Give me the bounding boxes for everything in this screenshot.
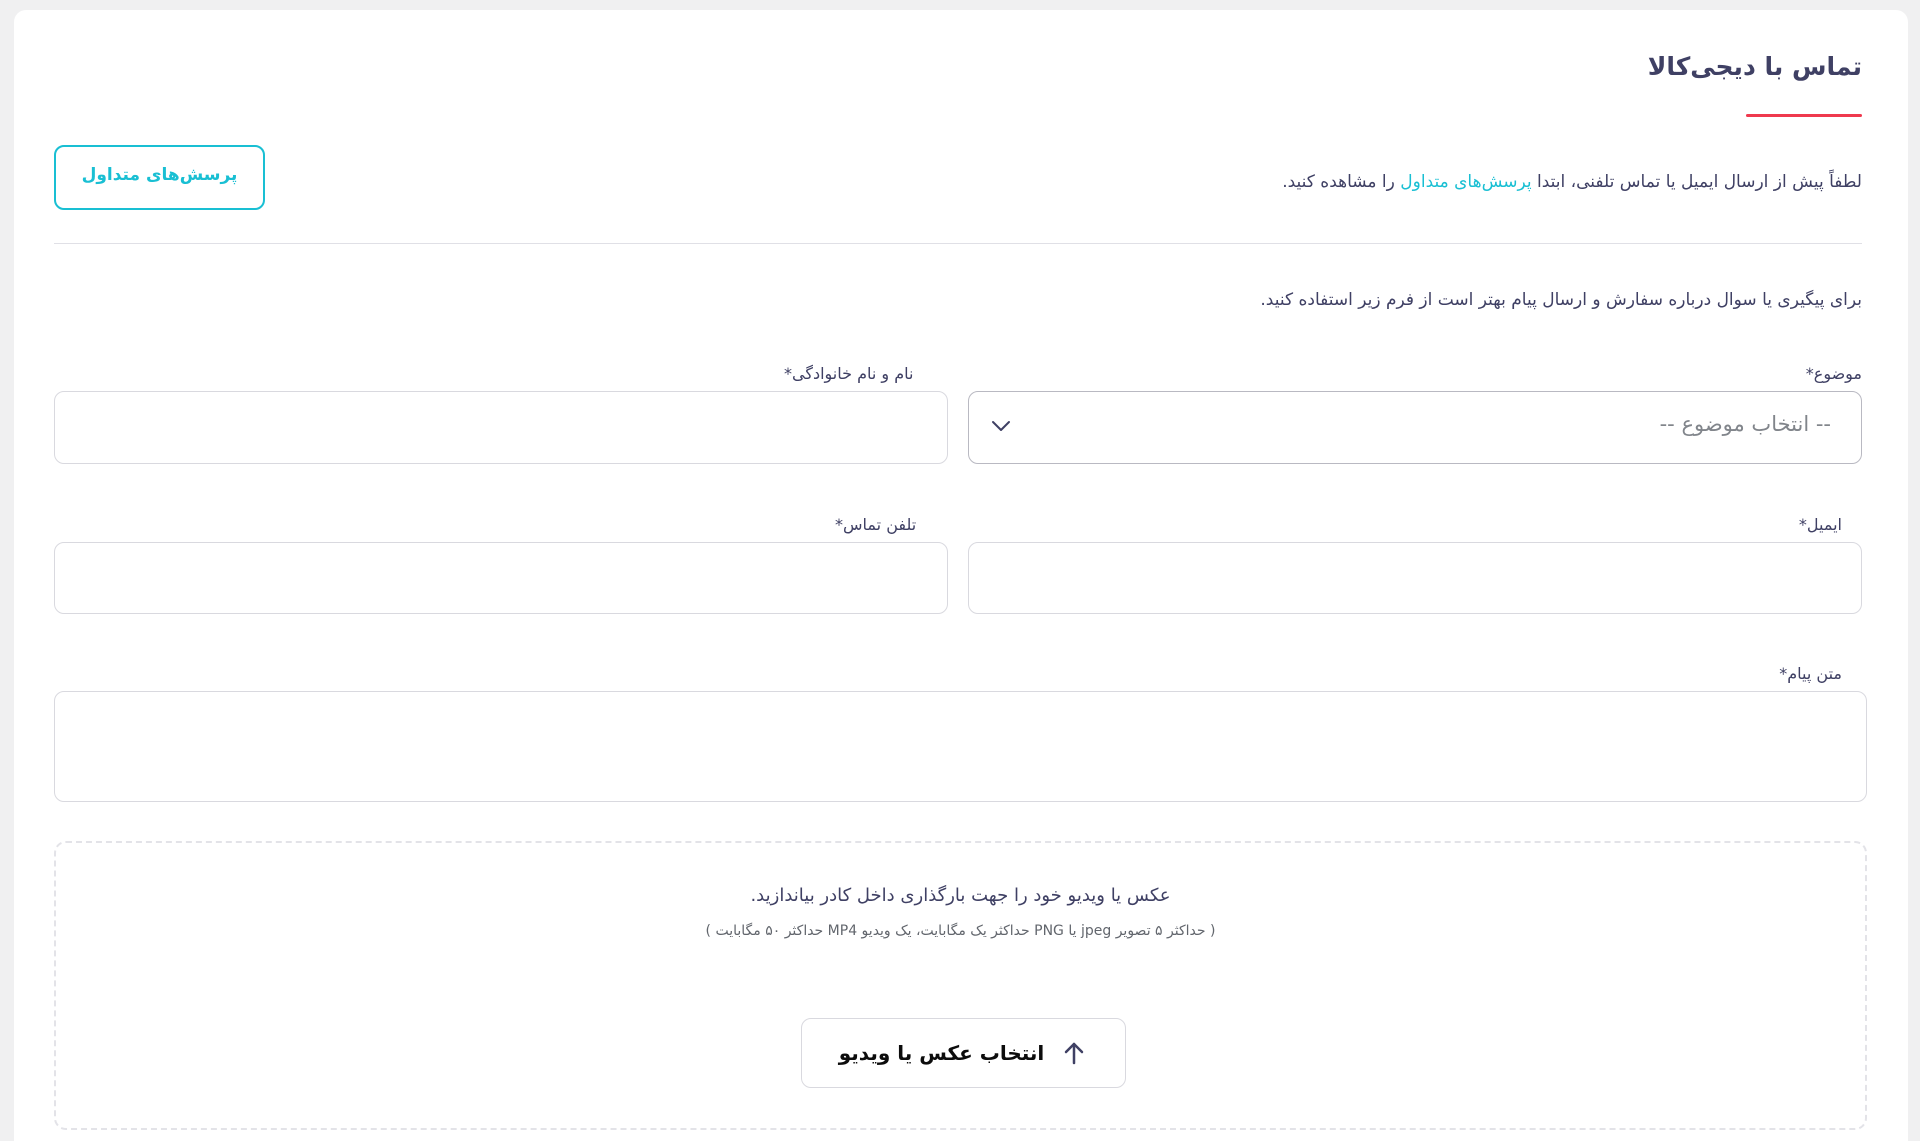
subject-selected-value: -- انتخاب موضوع -- bbox=[1659, 412, 1831, 436]
phone-label: تلفن تماس* bbox=[835, 515, 917, 534]
page-title: تماس با دیجی‌کالا bbox=[1647, 52, 1862, 81]
upload-title: عکس یا ویدیو خود را جهت بارگذاری داخل کا… bbox=[750, 885, 1171, 906]
upload-dropzone[interactable]: عکس یا ویدیو خود را جهت بارگذاری داخل کا… bbox=[54, 841, 1867, 1130]
divider bbox=[54, 243, 1862, 244]
phone-field[interactable] bbox=[54, 542, 948, 614]
upload-hint: ( حداکثر ۵ تصویر jpeg یا PNG حداکثر یک م… bbox=[705, 923, 1216, 939]
title-underline bbox=[1746, 114, 1862, 117]
notice-prefix: لطفاً پیش از ارسال ایمیل یا تماس تلفنی، … bbox=[1531, 172, 1862, 192]
upload-button-label: انتخاب عکس یا ویدیو bbox=[838, 1041, 1045, 1065]
notice-suffix: را مشاهده کنید. bbox=[1282, 172, 1401, 192]
faq-link[interactable]: پرسش‌های متداول bbox=[1400, 172, 1531, 192]
message-textarea[interactable] bbox=[54, 691, 1867, 802]
contact-card: تماس با دیجی‌کالا لطفاً پیش از ارسال ایم… bbox=[14, 10, 1908, 1141]
email-field[interactable] bbox=[968, 542, 1862, 614]
arrow-up-icon bbox=[1065, 1042, 1084, 1065]
faq-notice: لطفاً پیش از ارسال ایمیل یا تماس تلفنی، … bbox=[1282, 172, 1862, 192]
email-label: ایمیل* bbox=[1798, 515, 1842, 534]
full-name-field[interactable] bbox=[54, 391, 948, 464]
form-intro-text: برای پیگیری یا سوال درباره سفارش و ارسال… bbox=[1260, 290, 1862, 310]
full-name-label: نام و نام خانوادگی* bbox=[784, 364, 914, 383]
chevron-down-icon bbox=[992, 421, 1010, 431]
subject-select[interactable]: -- انتخاب موضوع -- bbox=[968, 391, 1862, 464]
subject-label: موضوع* bbox=[1805, 364, 1862, 383]
message-label: متن پیام* bbox=[1779, 664, 1842, 683]
upload-button[interactable]: انتخاب عکس یا ویدیو bbox=[801, 1018, 1126, 1088]
faq-button[interactable]: پرسش‌های متداول bbox=[54, 145, 265, 210]
